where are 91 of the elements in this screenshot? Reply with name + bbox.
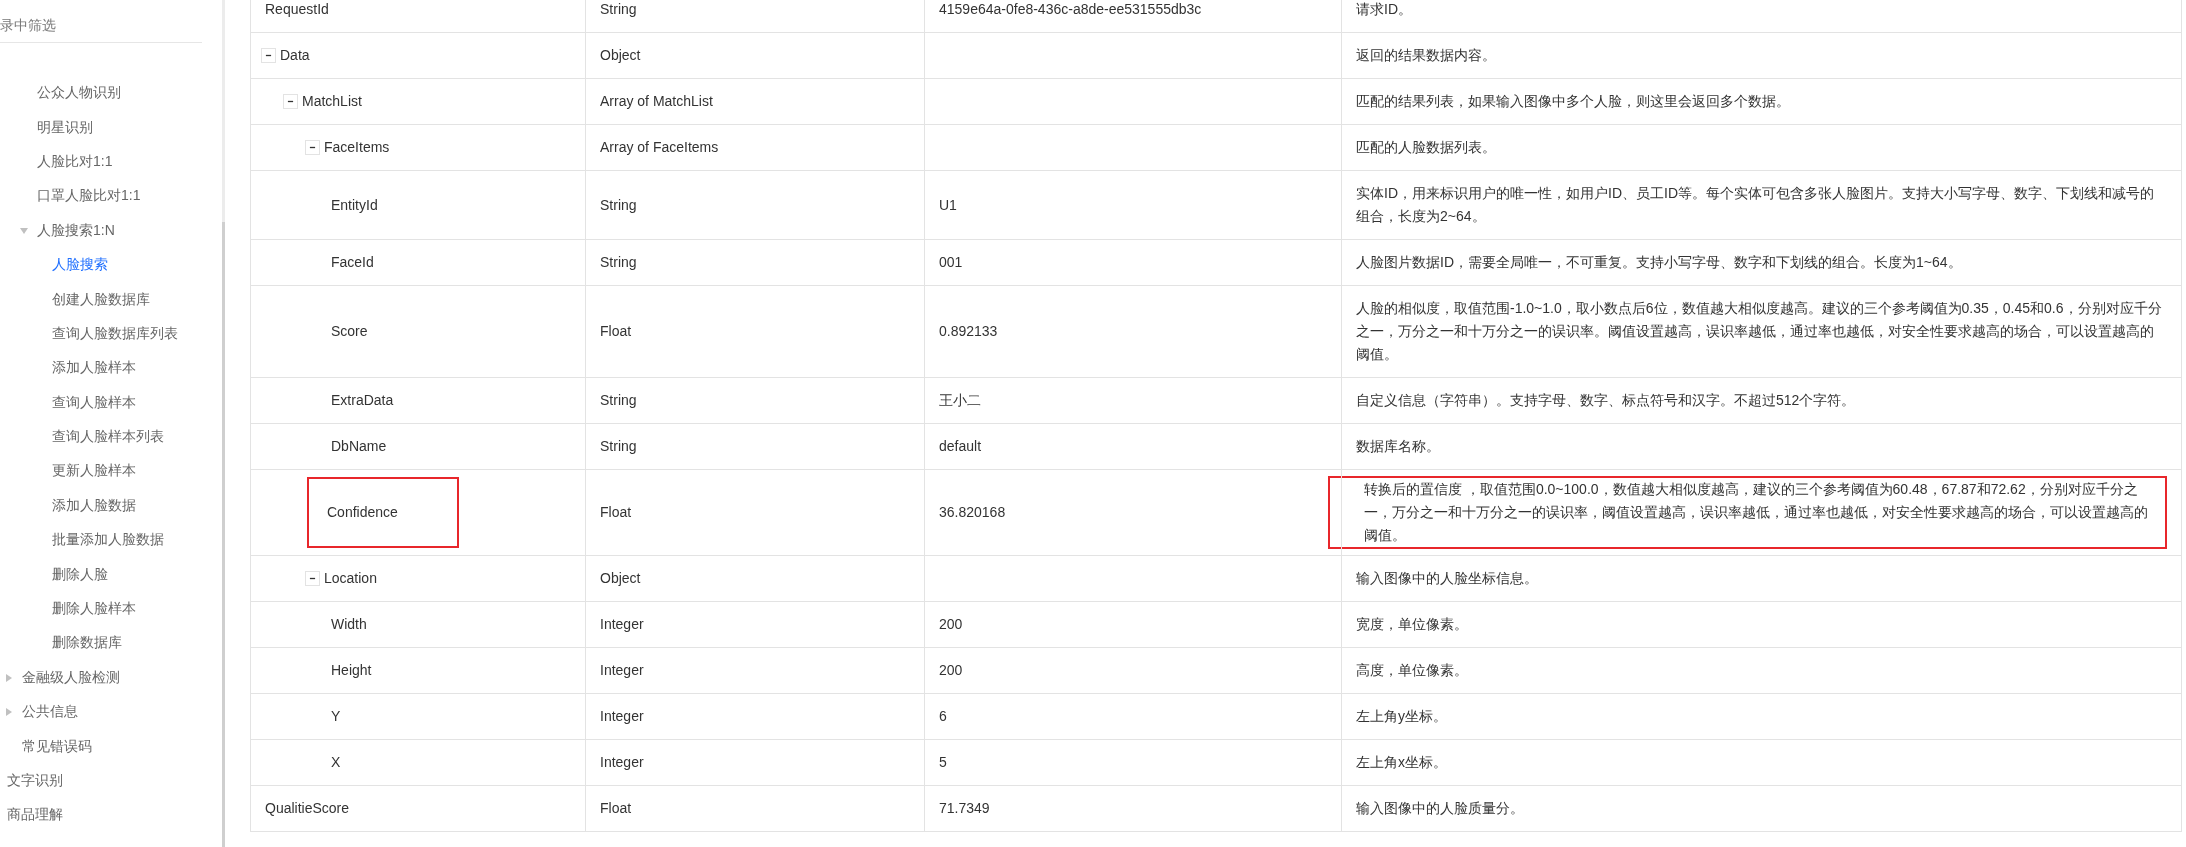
nav-item[interactable]: 人脸搜索1:N (37, 221, 115, 240)
field-type: Float (600, 504, 632, 520)
example-value: 4159e64a-0fe8-436c-a8de-ee531555db3c (939, 1, 1202, 17)
field-type: String (600, 254, 637, 270)
example-value: default (939, 438, 982, 454)
field-type: Array of MatchList (600, 93, 713, 109)
field-name: FaceItems (324, 138, 390, 157)
field-name: Data (280, 46, 310, 65)
field-name: DbName (331, 437, 387, 456)
nav-item[interactable]: 删除人脸 (52, 565, 108, 584)
field-description: 左上角y坐标。 (1356, 708, 1447, 724)
nav-item[interactable]: 商品理解 (7, 806, 63, 825)
scrollbar-thumb[interactable] (222, 222, 225, 847)
field-type: String (600, 1, 637, 17)
field-type: Object (600, 47, 641, 63)
nav-item[interactable]: 删除人脸样本 (52, 600, 136, 619)
field-type: Integer (600, 708, 644, 724)
collapse-toggle[interactable] (305, 571, 320, 586)
nav-item[interactable]: 公众人物识别 (37, 84, 121, 103)
nav-item[interactable]: 添加人脸样本 (52, 359, 136, 378)
field-description: 数据库名称。 (1356, 438, 1440, 454)
field-description: 请求ID。 (1356, 1, 1412, 17)
nav-item[interactable]: 查询人脸样本 (52, 393, 136, 412)
nav-item[interactable]: 批量添加人脸数据 (52, 531, 164, 550)
nav-item[interactable]: 公共信息 (22, 703, 78, 722)
field-description: 匹配的结果列表，如果输入图像中多个人脸，则这里会返回多个数据。 (1356, 93, 1790, 109)
field-type: Float (600, 323, 632, 339)
nav-item[interactable]: 文字识别 (7, 772, 63, 790)
collapse-toggle[interactable] (305, 140, 320, 155)
field-type: String (600, 438, 637, 454)
field-description: 左上角x坐标。 (1356, 754, 1447, 770)
field-description: 匹配的人脸数据列表。 (1356, 139, 1496, 155)
field-type: Integer (600, 754, 644, 770)
field-name: RequestId (265, 0, 329, 19)
field-type: Integer (600, 662, 644, 678)
field-description: 转换后的置信度 ，取值范围0.0~100.0，数值越大相似度越高，建议的三个参考阈值为60.48，67.87和72.62，分别对应千分之一，万分之一和十万分之一的误识率，阈值设置越高，误识率越低，通过率也越低，对安全性要求越高的场合，可以设置越高的阈值。 (1364, 481, 2148, 543)
field-description: 高度，单位像素。 (1356, 662, 1468, 678)
example-value: 001 (939, 254, 963, 270)
caret-right-icon[interactable] (5, 708, 13, 717)
field-description: 人脸的相似度，取值范围-1.0~1.0，取小数点后6位，数值越大相似度越高。建议的三个参考阈值为0.35，0.45和0.6，分别对应千分之一，万分之一和十万分之一的误识率。阈值设置越高，误识率越低，通过率也越低，对安全性要求越高的场合，可以设置越高的阈值。 (1356, 300, 2162, 362)
field-description: 返回的结果数据内容。 (1356, 47, 1496, 63)
field-name: FaceId (331, 253, 374, 272)
caret-right-icon[interactable] (5, 673, 13, 682)
field-name: X (331, 753, 341, 772)
nav-item[interactable]: 查询人脸数据库列表 (52, 324, 178, 343)
nav-item[interactable]: 删除数据库 (52, 634, 122, 653)
example-value: 200 (939, 662, 963, 678)
field-description: 实体ID，用来标识用户的唯一性，如用户ID、员工ID等。每个实体可包含多张人脸图片。支持大小写字母、数字、下划线和减号的组合，长度为2~64。 (1356, 185, 2154, 224)
field-description: 自定义信息（字符串）。支持字母、数字、标点符号和汉字。不超过512个字符。 (1356, 392, 1856, 408)
example-value: 200 (939, 616, 963, 632)
field-name: ExtraData (331, 391, 394, 410)
field-name: MatchList (302, 92, 362, 111)
example-value: U1 (939, 196, 957, 213)
nav-item[interactable]: 明星识别 (37, 118, 93, 137)
field-name: Confidence (327, 504, 398, 520)
example-value: 5 (939, 754, 947, 770)
field-name: Score (331, 322, 368, 341)
field-description: 人脸图片数据ID，需要全局唯一，不可重复。支持小写字母、数字和下划线的组合。长度为1~64。 (1356, 254, 1962, 270)
field-type: String (600, 196, 637, 213)
nav-item[interactable]: 创建人脸数据库 (52, 290, 150, 309)
example-value: 王小二 (939, 392, 981, 408)
field-name: Height (331, 661, 372, 680)
filter-label: 录中筛选 (0, 0, 202, 43)
nav-item[interactable]: 人脸搜索 (52, 256, 108, 275)
field-description: 输入图像中的人脸质量分。 (1356, 800, 1524, 816)
example-value: 36.820168 (939, 504, 1006, 520)
field-name: EntityId (331, 195, 378, 215)
field-type: Float (600, 800, 632, 816)
nav-item[interactable]: 人脸比对1:1 (37, 152, 113, 171)
nav-item[interactable]: 更新人脸样本 (52, 462, 136, 481)
nav-item[interactable]: 金融级人脸检测 (22, 668, 120, 687)
field-name: Width (331, 615, 367, 634)
collapse-toggle[interactable] (283, 94, 298, 109)
field-description: 宽度，单位像素。 (1356, 616, 1468, 632)
field-name: QualitieScore (265, 799, 350, 818)
field-type: Object (600, 570, 641, 586)
field-description: 输入图像中的人脸坐标信息。 (1356, 570, 1538, 586)
field-name: Location (324, 569, 377, 588)
nav-item[interactable]: 口罩人脸比对1:1 (37, 187, 141, 206)
example-value: 71.7349 (939, 800, 990, 816)
collapse-toggle[interactable] (261, 48, 276, 63)
field-type: Array of FaceItems (600, 139, 719, 155)
field-name: Y (331, 707, 341, 726)
example-value: 6 (939, 708, 947, 724)
example-value: 0.892133 (939, 323, 998, 339)
caret-down-icon[interactable] (20, 226, 28, 235)
nav-item[interactable]: 常见错误码 (22, 737, 92, 756)
field-type: Integer (600, 616, 644, 632)
field-type: String (600, 392, 637, 408)
nav-item[interactable]: 添加人脸数据 (52, 496, 136, 515)
nav-item[interactable]: 查询人脸样本列表 (52, 428, 164, 447)
